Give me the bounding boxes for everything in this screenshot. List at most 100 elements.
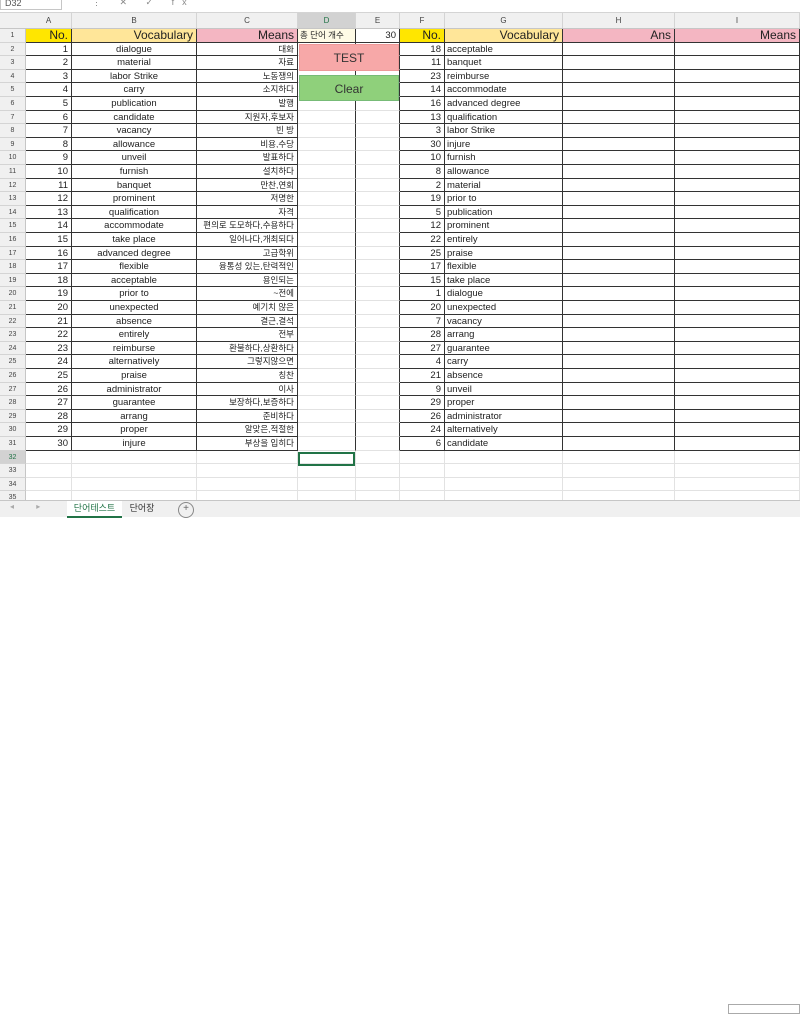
empty-cell[interactable] <box>298 151 356 165</box>
meaning-cell[interactable]: 소지하다 <box>197 83 298 97</box>
empty-cell[interactable] <box>356 287 400 301</box>
test-no-cell[interactable]: 9 <box>400 382 445 397</box>
empty-cell[interactable] <box>400 464 445 478</box>
empty-cell[interactable] <box>298 355 356 369</box>
empty-cell[interactable] <box>356 205 400 220</box>
row-header[interactable]: 8 <box>0 124 26 138</box>
test-no-cell[interactable]: 2 <box>400 178 445 193</box>
column-header-b[interactable]: B <box>72 13 197 28</box>
answer-input-cell[interactable] <box>563 369 675 383</box>
test-no-cell[interactable]: 12 <box>400 219 445 233</box>
test-vocabulary-cell[interactable]: qualification <box>445 110 563 125</box>
empty-cell[interactable] <box>197 477 298 492</box>
test-meaning-cell[interactable] <box>675 165 800 179</box>
empty-cell[interactable] <box>298 314 356 329</box>
no-cell[interactable]: 14 <box>26 219 72 233</box>
vocabulary-cell[interactable]: material <box>72 56 197 70</box>
no-cell[interactable]: 5 <box>26 97 72 111</box>
test-vocabulary-header-cell[interactable]: Vocabulary <box>445 29 563 43</box>
vocabulary-cell[interactable]: flexible <box>72 260 197 274</box>
meaning-cell[interactable]: 고급학위 <box>197 246 298 261</box>
meaning-cell[interactable]: 예기치 않은 <box>197 301 298 315</box>
no-cell[interactable]: 6 <box>26 110 72 125</box>
test-vocabulary-cell[interactable]: prior to <box>445 192 563 206</box>
vocabulary-cell[interactable]: entirely <box>72 328 197 342</box>
answer-input-cell[interactable] <box>563 246 675 261</box>
test-vocabulary-cell[interactable]: entirely <box>445 233 563 247</box>
test-meaning-cell[interactable] <box>675 42 800 57</box>
test-meaning-cell[interactable] <box>675 110 800 125</box>
vocabulary-cell[interactable]: prominent <box>72 192 197 206</box>
meaning-cell[interactable]: 이사 <box>197 382 298 397</box>
empty-cell[interactable] <box>356 396 400 410</box>
test-no-cell[interactable]: 23 <box>400 69 445 84</box>
answer-input-cell[interactable] <box>563 409 675 424</box>
vocabulary-cell[interactable]: furnish <box>72 165 197 179</box>
empty-cell[interactable] <box>72 464 197 478</box>
empty-cell[interactable] <box>400 450 445 465</box>
test-meaning-cell[interactable] <box>675 233 800 247</box>
row-header[interactable]: 26 <box>0 369 26 383</box>
vocabulary-cell[interactable]: unveil <box>72 151 197 165</box>
vocabulary-cell[interactable]: advanced degree <box>72 246 197 261</box>
no-header-cell[interactable]: No. <box>26 29 72 43</box>
row-header[interactable]: 17 <box>0 246 26 261</box>
vocabulary-cell[interactable]: injure <box>72 437 197 451</box>
test-meaning-cell[interactable] <box>675 409 800 424</box>
empty-cell[interactable] <box>298 192 356 206</box>
empty-cell[interactable] <box>356 355 400 369</box>
no-cell[interactable]: 9 <box>26 151 72 165</box>
vocabulary-cell[interactable]: accommodate <box>72 219 197 233</box>
test-meaning-cell[interactable] <box>675 69 800 84</box>
answer-input-cell[interactable] <box>563 328 675 342</box>
vocabulary-cell[interactable]: reimburse <box>72 341 197 356</box>
test-vocabulary-cell[interactable]: prominent <box>445 219 563 233</box>
test-vocabulary-cell[interactable]: absence <box>445 369 563 383</box>
row-header[interactable]: 13 <box>0 192 26 206</box>
test-vocabulary-cell[interactable]: take place <box>445 273 563 288</box>
empty-cell[interactable] <box>356 437 400 451</box>
no-cell[interactable]: 23 <box>26 341 72 356</box>
test-meaning-cell[interactable] <box>675 56 800 70</box>
vocabulary-cell[interactable]: allowance <box>72 137 197 152</box>
empty-cell[interactable] <box>675 450 800 465</box>
empty-cell[interactable] <box>356 233 400 247</box>
empty-cell[interactable] <box>563 477 675 492</box>
test-no-cell[interactable]: 27 <box>400 341 445 356</box>
no-cell[interactable]: 11 <box>26 178 72 193</box>
test-meaning-cell[interactable] <box>675 246 800 261</box>
row-header[interactable]: 19 <box>0 273 26 288</box>
test-no-cell[interactable]: 10 <box>400 151 445 165</box>
test-no-cell[interactable]: 26 <box>400 409 445 424</box>
test-meaning-cell[interactable] <box>675 382 800 397</box>
column-header-i[interactable]: I <box>675 13 800 28</box>
meaning-cell[interactable]: 저명한 <box>197 192 298 206</box>
test-no-cell[interactable]: 1 <box>400 287 445 301</box>
test-no-cell[interactable]: 20 <box>400 301 445 315</box>
answer-input-cell[interactable] <box>563 69 675 84</box>
test-meaning-cell[interactable] <box>675 355 800 369</box>
test-vocabulary-cell[interactable]: candidate <box>445 437 563 451</box>
meaning-cell[interactable]: 알맞은,적절한 <box>197 423 298 437</box>
vocabulary-cell[interactable]: publication <box>72 97 197 111</box>
test-no-cell[interactable]: 28 <box>400 328 445 342</box>
answer-input-cell[interactable] <box>563 233 675 247</box>
row-header[interactable]: 7 <box>0 110 26 125</box>
answer-input-cell[interactable] <box>563 56 675 70</box>
test-no-cell[interactable]: 16 <box>400 97 445 111</box>
answer-input-cell[interactable] <box>563 151 675 165</box>
empty-cell[interactable] <box>675 477 800 492</box>
meaning-cell[interactable]: ~전에 <box>197 287 298 301</box>
empty-cell[interactable] <box>298 246 356 261</box>
empty-cell[interactable] <box>356 301 400 315</box>
column-header-f[interactable]: F <box>400 13 445 28</box>
test-vocabulary-cell[interactable]: publication <box>445 205 563 220</box>
test-button[interactable]: TEST <box>299 44 399 71</box>
selected-cell[interactable] <box>298 452 355 466</box>
test-no-cell[interactable]: 22 <box>400 233 445 247</box>
test-meaning-cell[interactable] <box>675 178 800 193</box>
answer-input-cell[interactable] <box>563 97 675 111</box>
means-header-cell[interactable]: Means <box>197 29 298 43</box>
answer-input-cell[interactable] <box>563 124 675 138</box>
vocabulary-cell[interactable]: praise <box>72 369 197 383</box>
